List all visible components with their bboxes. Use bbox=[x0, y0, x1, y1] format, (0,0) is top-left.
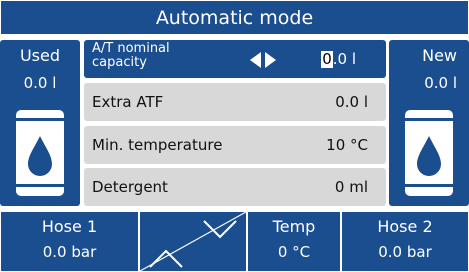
oil-canister-icon bbox=[405, 110, 453, 196]
hose1-value: 0.0 bar bbox=[42, 243, 97, 261]
new-label: New bbox=[422, 46, 457, 65]
hose2-label: Hose 2 bbox=[377, 217, 433, 236]
row-label: Detergent bbox=[92, 178, 168, 196]
title-bar: Automatic mode bbox=[0, 0, 469, 35]
used-label: Used bbox=[19, 46, 61, 65]
page-title: Automatic mode bbox=[155, 6, 314, 29]
temp-label: Temp bbox=[272, 217, 316, 236]
row-min-temperature[interactable]: Min. temperature 10 °C bbox=[84, 126, 386, 164]
row-label: A/T nominal capacity bbox=[92, 41, 170, 70]
chevron-down-icon[interactable] bbox=[202, 218, 238, 240]
chevron-up-icon[interactable] bbox=[148, 248, 184, 270]
row-value[interactable]: 0.0 l bbox=[321, 50, 356, 68]
new-value: 0.0 l bbox=[424, 74, 457, 92]
row-value: 0 ml bbox=[334, 178, 368, 196]
row-extra-atf[interactable]: Extra ATF 0.0 l bbox=[84, 83, 386, 121]
temp-value: 0 °C bbox=[277, 243, 311, 261]
temp-panel: Temp 0 °C bbox=[247, 211, 341, 272]
scroll-navigation bbox=[139, 211, 247, 272]
used-value: 0.0 l bbox=[23, 74, 57, 92]
used-oil-panel: Used 0.0 l bbox=[0, 40, 80, 206]
row-at-nominal-capacity[interactable]: A/T nominal capacity 0.0 l bbox=[84, 40, 386, 78]
row-value: 0.0 l bbox=[335, 93, 368, 111]
new-oil-panel: New 0.0 l bbox=[389, 40, 469, 206]
hose2-value: 0.0 bar bbox=[378, 243, 432, 261]
row-value: 10 °C bbox=[326, 136, 368, 154]
hose1-label: Hose 1 bbox=[41, 217, 98, 236]
oil-canister-icon bbox=[16, 110, 64, 196]
hose2-panel: Hose 2 0.0 bar bbox=[341, 211, 469, 272]
edit-cursor-digit: 0 bbox=[321, 50, 333, 68]
row-detergent[interactable]: Detergent 0 ml bbox=[84, 168, 386, 206]
hose1-panel: Hose 1 0.0 bar bbox=[0, 211, 139, 272]
row-label: Min. temperature bbox=[92, 136, 223, 154]
row-label: Extra ATF bbox=[92, 93, 164, 111]
left-right-arrows-icon[interactable] bbox=[250, 52, 276, 68]
